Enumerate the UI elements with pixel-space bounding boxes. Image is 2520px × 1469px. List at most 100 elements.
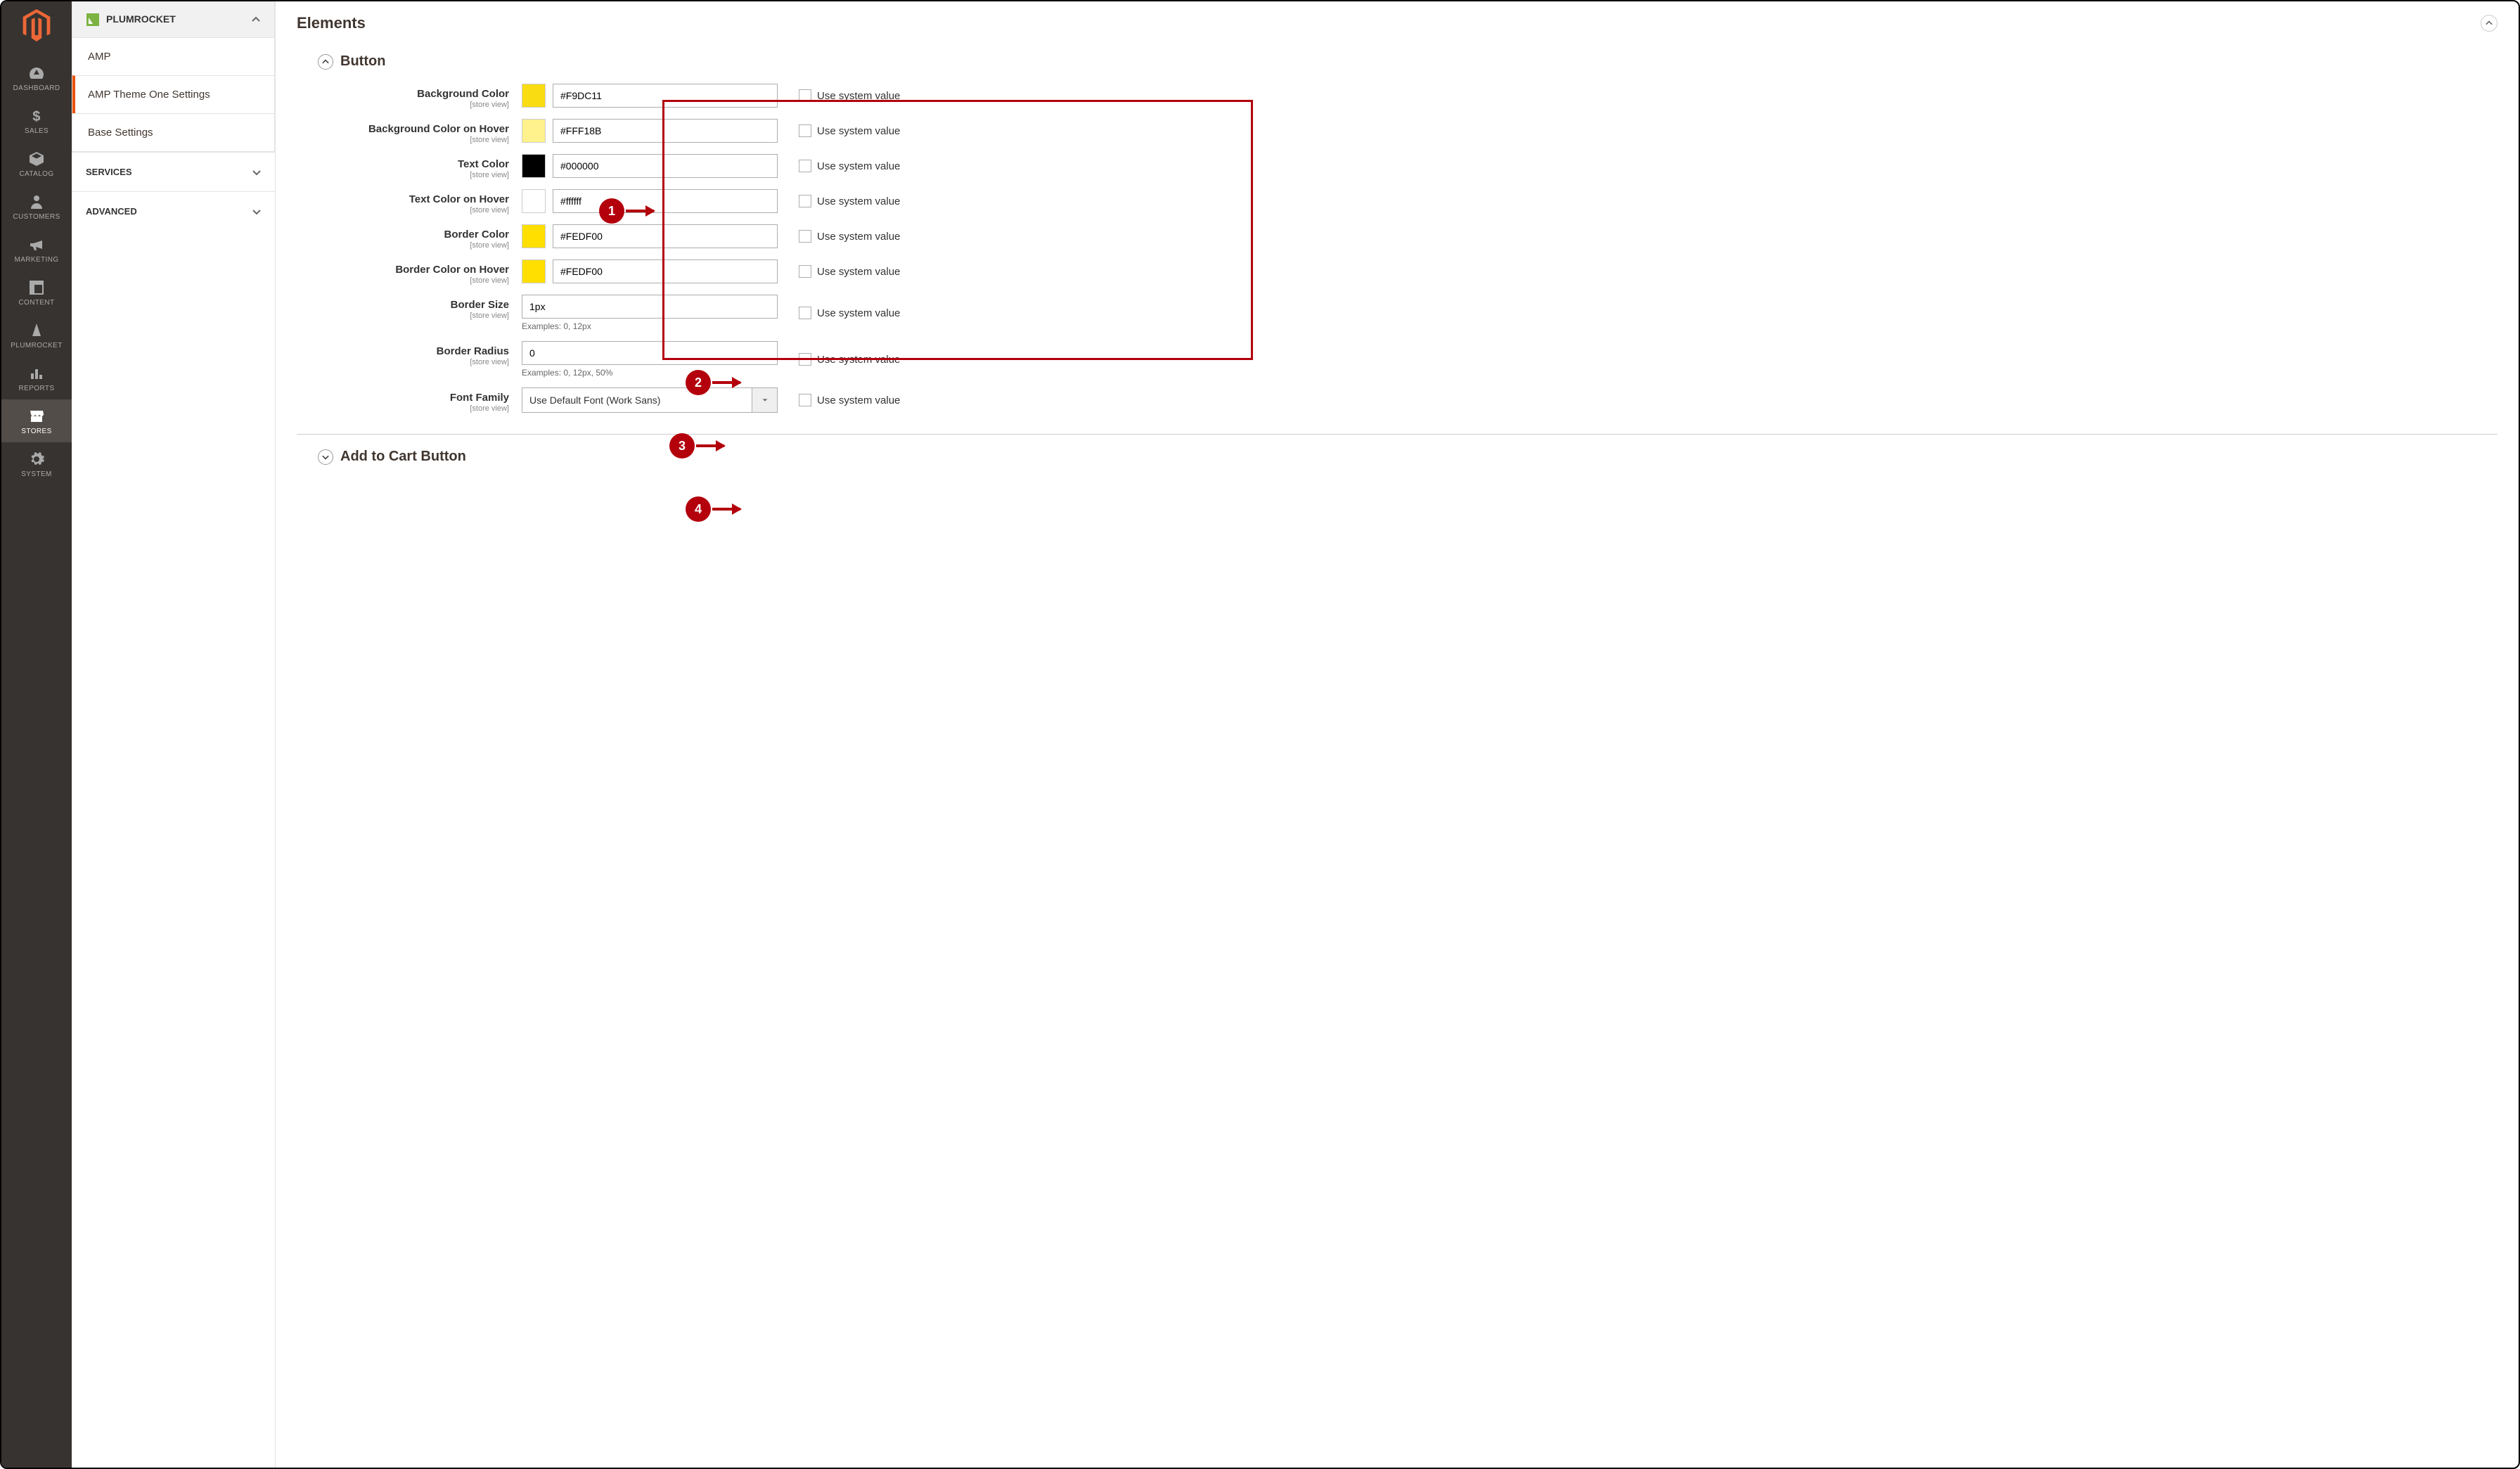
use-system-value[interactable]: Use system value [799,195,900,207]
checkbox[interactable] [799,394,811,406]
annotation-arrow [712,381,740,384]
annotation-badge-1: 1 [599,198,624,224]
sidebar-item-base-settings[interactable]: Base Settings [72,113,274,151]
use-system-value[interactable]: Use system value [799,353,900,366]
checkbox[interactable] [799,265,811,278]
use-system-label: Use system value [817,195,900,207]
annotation-arrow [696,444,724,447]
sidebar-group-label: ADVANCED [86,206,137,217]
sidebar-item-amp[interactable]: AMP [72,37,274,75]
text-input[interactable] [522,341,778,365]
config-sidebar: PLUMROCKET AMP AMP Theme One Settings Ba… [72,1,276,1468]
megaphone-icon [1,236,72,253]
scope-label: [store view] [339,358,509,366]
nav-label: MARKETING [14,256,58,264]
nav-plumrocket[interactable]: PLUMROCKET [1,314,72,357]
nav-catalog[interactable]: CATALOG [1,142,72,185]
use-system-value[interactable]: Use system value [799,89,900,102]
use-system-label: Use system value [817,354,900,366]
nav-marketing[interactable]: MARKETING [1,228,72,271]
checkbox[interactable] [799,353,811,366]
field-label: Text Color [458,158,509,170]
color-swatch[interactable] [522,84,546,108]
sidebar-item-amp-theme-one[interactable]: AMP Theme One Settings [72,75,274,113]
color-input[interactable] [553,224,778,248]
checkbox[interactable] [799,230,811,243]
text-input[interactable] [522,295,778,319]
person-icon [1,193,72,210]
storefront-icon [1,408,72,425]
select-display[interactable]: Use Default Font (Work Sans) [522,387,752,413]
field-label: Background Color on Hover [368,123,509,135]
chevron-up-icon [252,15,260,24]
scope-label: [store view] [339,404,509,413]
use-system-label: Use system value [817,231,900,243]
nav-stores[interactable]: STORES [1,399,72,442]
magento-logo[interactable] [20,8,53,42]
button-fields: Background Color[store view]Use system v… [318,84,2498,413]
use-system-label: Use system value [817,125,900,137]
use-system-label: Use system value [817,90,900,102]
subsection-collapse-toggle[interactable] [318,449,333,465]
nav-reports[interactable]: REPORTS [1,357,72,399]
scope-label: [store view] [339,136,509,144]
nav-customers[interactable]: CUSTOMERS [1,185,72,228]
annotation-badge-3: 3 [669,433,695,458]
use-system-label: Use system value [817,307,900,319]
field-label: Text Color on Hover [409,193,509,205]
select-dropdown-button[interactable] [752,387,778,413]
annotation-arrow [626,210,654,212]
checkbox[interactable] [799,124,811,137]
color-swatch[interactable] [522,259,546,283]
color-input[interactable] [553,84,778,108]
use-system-label: Use system value [817,266,900,278]
subsection-title: Button [340,53,385,70]
scope-label: [store view] [339,241,509,250]
use-system-value[interactable]: Use system value [799,265,900,278]
use-system-value[interactable]: Use system value [799,394,900,406]
subsection-title: Add to Cart Button [340,449,466,465]
svg-text:$: $ [32,109,41,124]
sidebar-group-services[interactable]: SERVICES [72,152,275,191]
checkbox[interactable] [799,307,811,319]
nav-system[interactable]: SYSTEM [1,442,72,485]
checkbox[interactable] [799,160,811,172]
field-row: Background Color[store view]Use system v… [339,84,2498,109]
scope-label: [store view] [339,312,509,320]
sidebar-group-advanced[interactable]: ADVANCED [72,191,275,231]
use-system-value[interactable]: Use system value [799,160,900,172]
dollar-icon: $ [1,108,72,124]
use-system-value[interactable]: Use system value [799,307,900,319]
sidebar-group-plumrocket[interactable]: PLUMROCKET [72,2,274,37]
layout-icon [1,279,72,296]
checkbox[interactable] [799,195,811,207]
bars-icon [1,365,72,382]
section-collapse-toggle[interactable] [2481,15,2498,32]
color-input[interactable] [553,154,778,178]
color-input[interactable] [553,189,778,213]
field-row: Border Color[store view]Use system value [339,224,2498,250]
nav-content[interactable]: CONTENT [1,271,72,314]
color-input[interactable] [553,119,778,143]
color-swatch[interactable] [522,119,546,143]
field-row: Font Family[store view]Use Default Font … [339,387,2498,413]
color-swatch[interactable] [522,189,546,213]
subsection-collapse-toggle[interactable] [318,54,333,70]
checkbox[interactable] [799,89,811,102]
color-swatch[interactable] [522,224,546,248]
nav-sales[interactable]: $SALES [1,99,72,142]
gear-icon [1,451,72,468]
divider [297,434,2498,435]
use-system-value[interactable]: Use system value [799,230,900,243]
annotation-arrow [712,508,740,511]
field-hint: Examples: 0, 12px [522,321,778,331]
color-swatch[interactable] [522,154,546,178]
chevron-down-icon [252,168,261,177]
nav-dashboard[interactable]: DASHBOARD [1,56,72,99]
sidebar-group-label: PLUMROCKET [106,13,176,25]
nav-label: REPORTS [19,385,55,392]
use-system-label: Use system value [817,394,900,406]
main-content: Elements Button Background Color[store v… [276,1,2519,1468]
color-input[interactable] [553,259,778,283]
use-system-value[interactable]: Use system value [799,124,900,137]
